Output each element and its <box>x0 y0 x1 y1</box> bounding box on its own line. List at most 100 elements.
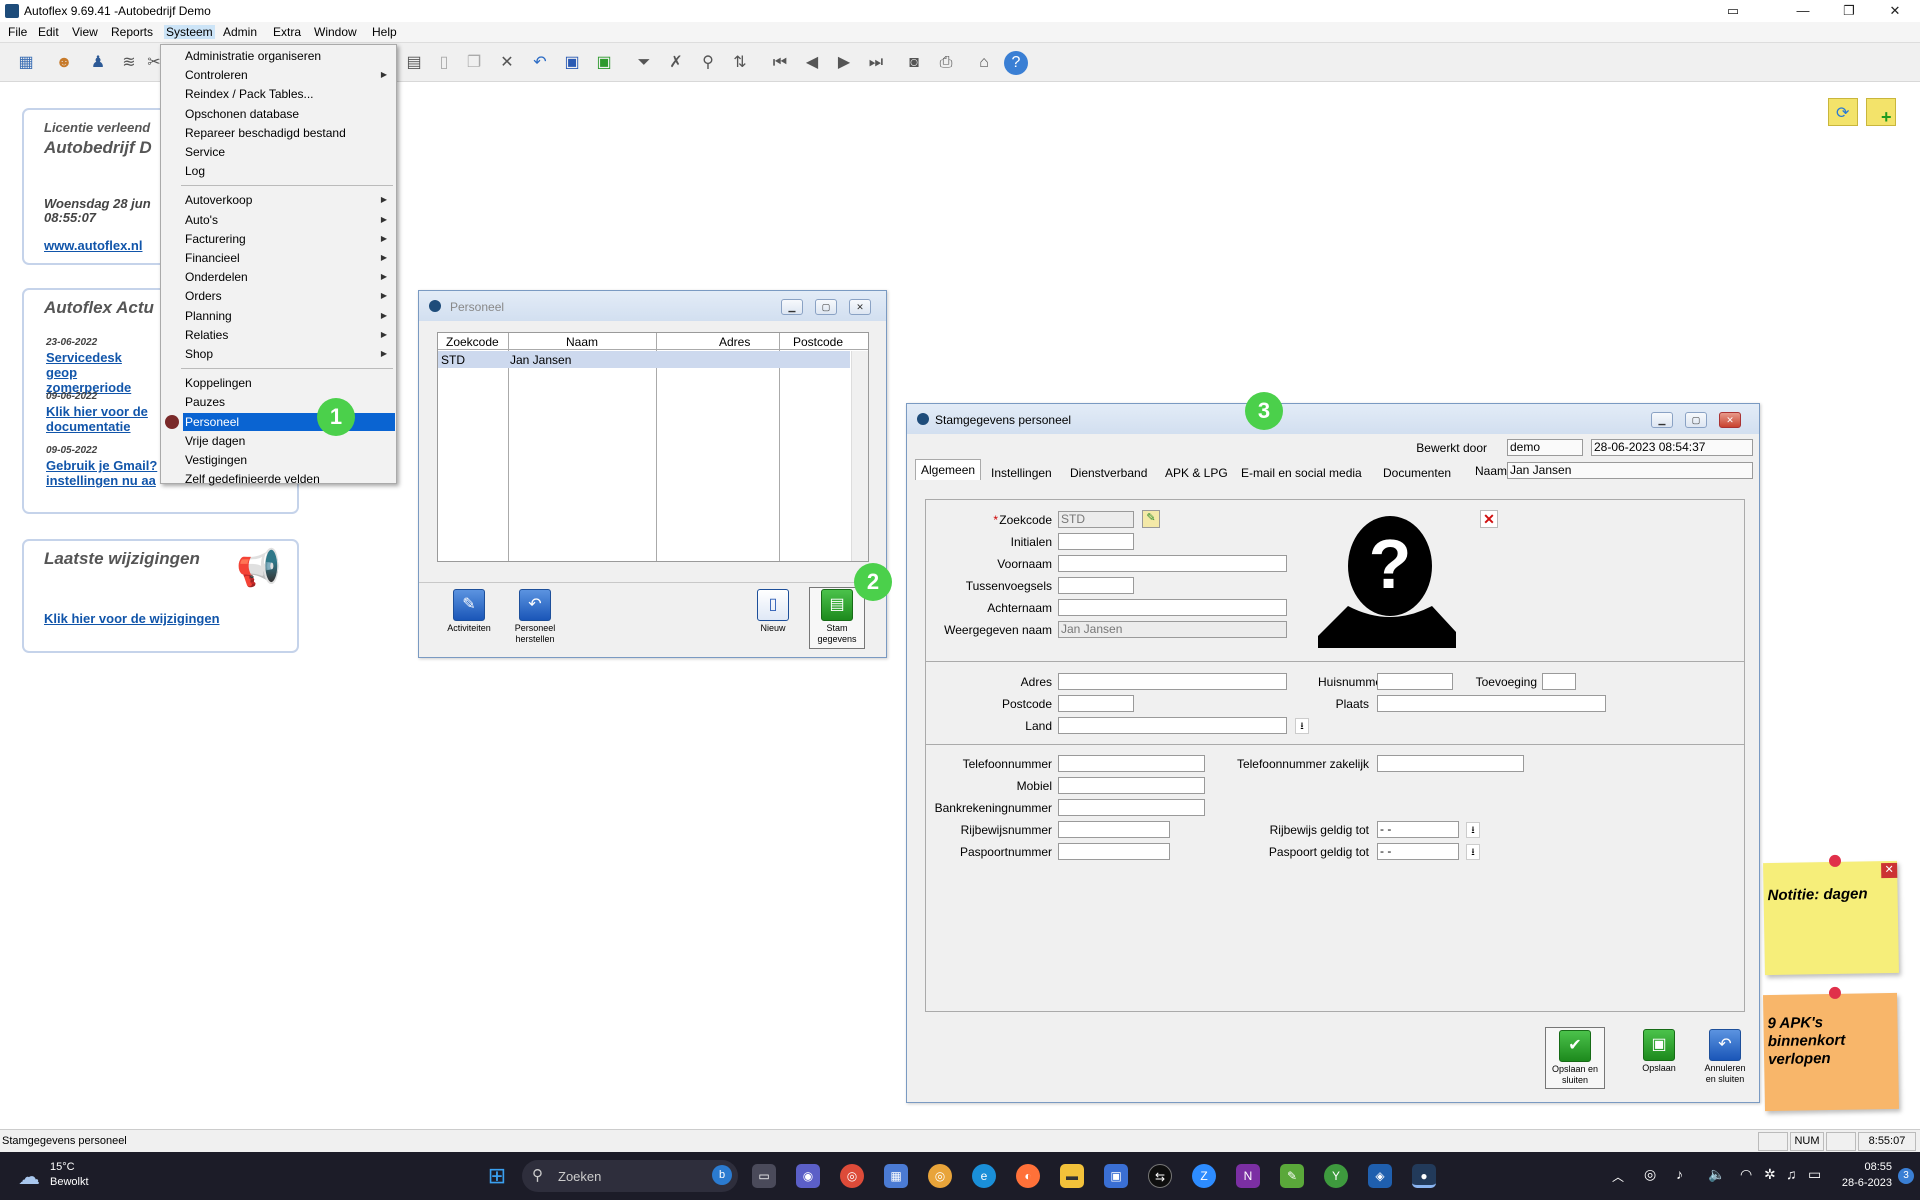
wifi-icon[interactable]: ◠ <box>1740 1166 1752 1183</box>
personeel-herstellen-icon[interactable]: ↶ <box>519 589 551 621</box>
menu-item-koppelingen[interactable]: Koppelingen <box>183 374 395 392</box>
menu-item-relaties[interactable]: Relaties ▶ <box>183 326 395 344</box>
restore-layout-icon[interactable]: ▭ <box>1710 0 1756 22</box>
help-icon[interactable]: ? <box>1004 51 1028 75</box>
menu-item-log[interactable]: Log <box>183 162 395 180</box>
weergegeven-naam-field[interactable]: Jan Jansen <box>1058 621 1287 638</box>
speaker-icon[interactable]: 🔈 <box>1708 1166 1725 1183</box>
menu-edit[interactable]: Edit <box>38 25 59 39</box>
maximize-button[interactable]: ❐ <box>1826 0 1872 22</box>
land-dropdown-icon[interactable]: ⭳ <box>1295 718 1309 734</box>
menu-item-orders[interactable]: Orders ▶ <box>183 287 395 305</box>
rijbewijs-field[interactable] <box>1058 821 1170 838</box>
menu-help[interactable]: Help <box>372 25 397 39</box>
menu-window[interactable]: Window <box>314 25 357 39</box>
search-icon[interactable]: ⚲ <box>696 51 720 75</box>
sticky-note[interactable]: 9 APK's binnenkort verlopen <box>1762 986 1900 1112</box>
save-icon[interactable]: ▣ <box>1643 1029 1675 1061</box>
close-button[interactable]: ✕ <box>1719 412 1741 428</box>
last-record-icon[interactable]: ⏭ <box>864 51 888 75</box>
filter-icon[interactable]: ⏷ <box>632 51 656 75</box>
mobiel-field[interactable] <box>1058 777 1205 794</box>
table-icon[interactable]: ▤ <box>402 51 426 75</box>
menu-item-opschonen-database[interactable]: Opschonen database <box>183 105 395 123</box>
menu-extra[interactable]: Extra <box>273 25 301 39</box>
tab-apk-lpg[interactable]: APK & LPG <box>1165 466 1228 480</box>
menu-item-autoverkoop[interactable]: Autoverkoop ▶ <box>183 191 395 209</box>
calculator-icon[interactable]: ▦ <box>884 1164 908 1188</box>
initialen-field[interactable] <box>1058 533 1134 550</box>
notification-badge[interactable]: 3 <box>1898 1168 1914 1184</box>
person-icon[interactable]: ♟ <box>86 51 110 75</box>
menu-admin[interactable]: Admin <box>223 25 257 39</box>
battery-icon[interactable]: ▭ <box>1808 1166 1821 1183</box>
menu-systeem[interactable]: Systeem <box>164 25 215 39</box>
minimize-button[interactable]: ▁ <box>1651 412 1673 428</box>
autoflex-link[interactable]: www.autoflex.nl <box>44 238 142 253</box>
volume-icon[interactable]: ♫ <box>1786 1166 1797 1182</box>
first-record-icon[interactable]: ⏮ <box>768 51 792 75</box>
minimize-button[interactable]: ▁ <box>781 299 803 315</box>
nieuw-icon[interactable]: ▯ <box>757 589 789 621</box>
news-link[interactable]: Servicedesk geop zomerperiode <box>46 350 156 395</box>
menu-item-service[interactable]: Service <box>183 143 395 161</box>
menu-item-zelf-gedefinieerde-velden[interactable]: Zelf gedefinieerde velden <box>183 470 395 488</box>
print-icon[interactable]: ⎙ <box>934 51 958 75</box>
column-header[interactable]: Adres <box>719 335 750 349</box>
column-header[interactable]: Postcode <box>793 335 843 349</box>
edit-zoekcode-icon[interactable]: ✎ <box>1142 510 1160 528</box>
voornaam-field[interactable] <box>1058 555 1287 572</box>
edge-icon[interactable]: e <box>972 1164 996 1188</box>
home-icon[interactable]: ⌂ <box>972 51 996 75</box>
opslaan-en-sluiten-button[interactable]: ✔ Opslaan en sluiten <box>1545 1027 1605 1089</box>
menu-item-vestigingen[interactable]: Vestigingen <box>183 451 395 469</box>
cancel-icon[interactable]: ↶ <box>1709 1029 1741 1061</box>
add-note-icon[interactable]: + <box>1866 98 1896 127</box>
menu-item-facturering[interactable]: Facturering ▶ <box>183 230 395 248</box>
tab-instellingen[interactable]: Instellingen <box>991 466 1052 480</box>
menu-item-planning[interactable]: Planning ▶ <box>183 307 395 325</box>
sort-icon[interactable]: ⇅ <box>728 51 752 75</box>
changes-link[interactable]: Klik hier voor de wijzigingen <box>44 611 220 626</box>
land-field[interactable] <box>1058 717 1287 734</box>
teamviewer-icon[interactable]: ⇆ <box>1148 1164 1172 1188</box>
file-explorer-icon[interactable]: ▬ <box>1060 1164 1084 1188</box>
cars-icon[interactable]: ≋ <box>117 51 141 75</box>
weather-text[interactable]: Bewolkt <box>50 1176 89 1188</box>
tab-email-social[interactable]: E-mail en social media <box>1241 466 1362 480</box>
onenote-icon[interactable]: N <box>1236 1164 1260 1188</box>
save-green-icon[interactable]: ▣ <box>592 51 616 75</box>
column-header[interactable]: Naam <box>566 335 598 349</box>
annuleren-label[interactable]: Annuleren <box>1695 1063 1755 1074</box>
sticky-note[interactable]: ✕ Notitie: dagen <box>1763 854 1899 976</box>
annuleren-label[interactable]: en sluiten <box>1695 1074 1755 1085</box>
camera-icon[interactable]: ◙ <box>902 51 926 75</box>
windows-start-icon[interactable]: ⊞ <box>484 1163 510 1189</box>
menu-item-administratie-organiseren[interactable]: Administratie organiseren <box>183 47 395 65</box>
activiteiten-label[interactable]: Activiteiten <box>439 623 499 634</box>
grid-icon[interactable]: ▦ <box>14 51 38 75</box>
previous-record-icon[interactable]: ◀ <box>800 51 824 75</box>
menu-item-controleren[interactable]: Controleren ▶ <box>183 66 395 84</box>
postcode-field[interactable] <box>1058 695 1134 712</box>
audio-icon[interactable]: ♪ <box>1676 1166 1683 1182</box>
table-row[interactable]: STD Jan Jansen <box>438 351 850 368</box>
close-button[interactable]: ✕ <box>849 299 871 315</box>
calendar-dropdown-icon[interactable]: ⭳ <box>1466 822 1480 838</box>
refresh-notes-icon[interactable]: ⟳ <box>1828 98 1858 126</box>
notepad-icon[interactable]: ✎ <box>1280 1164 1304 1188</box>
calendar-dropdown-icon[interactable]: ⭳ <box>1466 844 1480 860</box>
minimize-button[interactable]: — <box>1780 0 1826 22</box>
chevron-up-icon[interactable]: ︿ <box>1612 1168 1624 1185</box>
clock-date[interactable]: 28-6-2023 <box>1832 1177 1892 1189</box>
network-icon[interactable]: ✲ <box>1764 1166 1776 1183</box>
users-icon[interactable]: ☻ <box>52 51 76 75</box>
chrome-icon[interactable]: ◎ <box>840 1164 864 1188</box>
menu-item-repareer-beschadigd-bestand[interactable]: Repareer beschadigd bestand <box>183 124 395 142</box>
menu-item-pauzes[interactable]: Pauzes <box>183 393 395 411</box>
tab-dienstverband[interactable]: Dienstverband <box>1070 466 1147 480</box>
taskbar-search[interactable]: ⚲ Zoeken b <box>522 1160 738 1192</box>
menu-item-vrije-dagen[interactable]: Vrije dagen <box>183 432 395 450</box>
maximize-button[interactable]: ▢ <box>1685 412 1707 428</box>
achternaam-field[interactable] <box>1058 599 1287 616</box>
